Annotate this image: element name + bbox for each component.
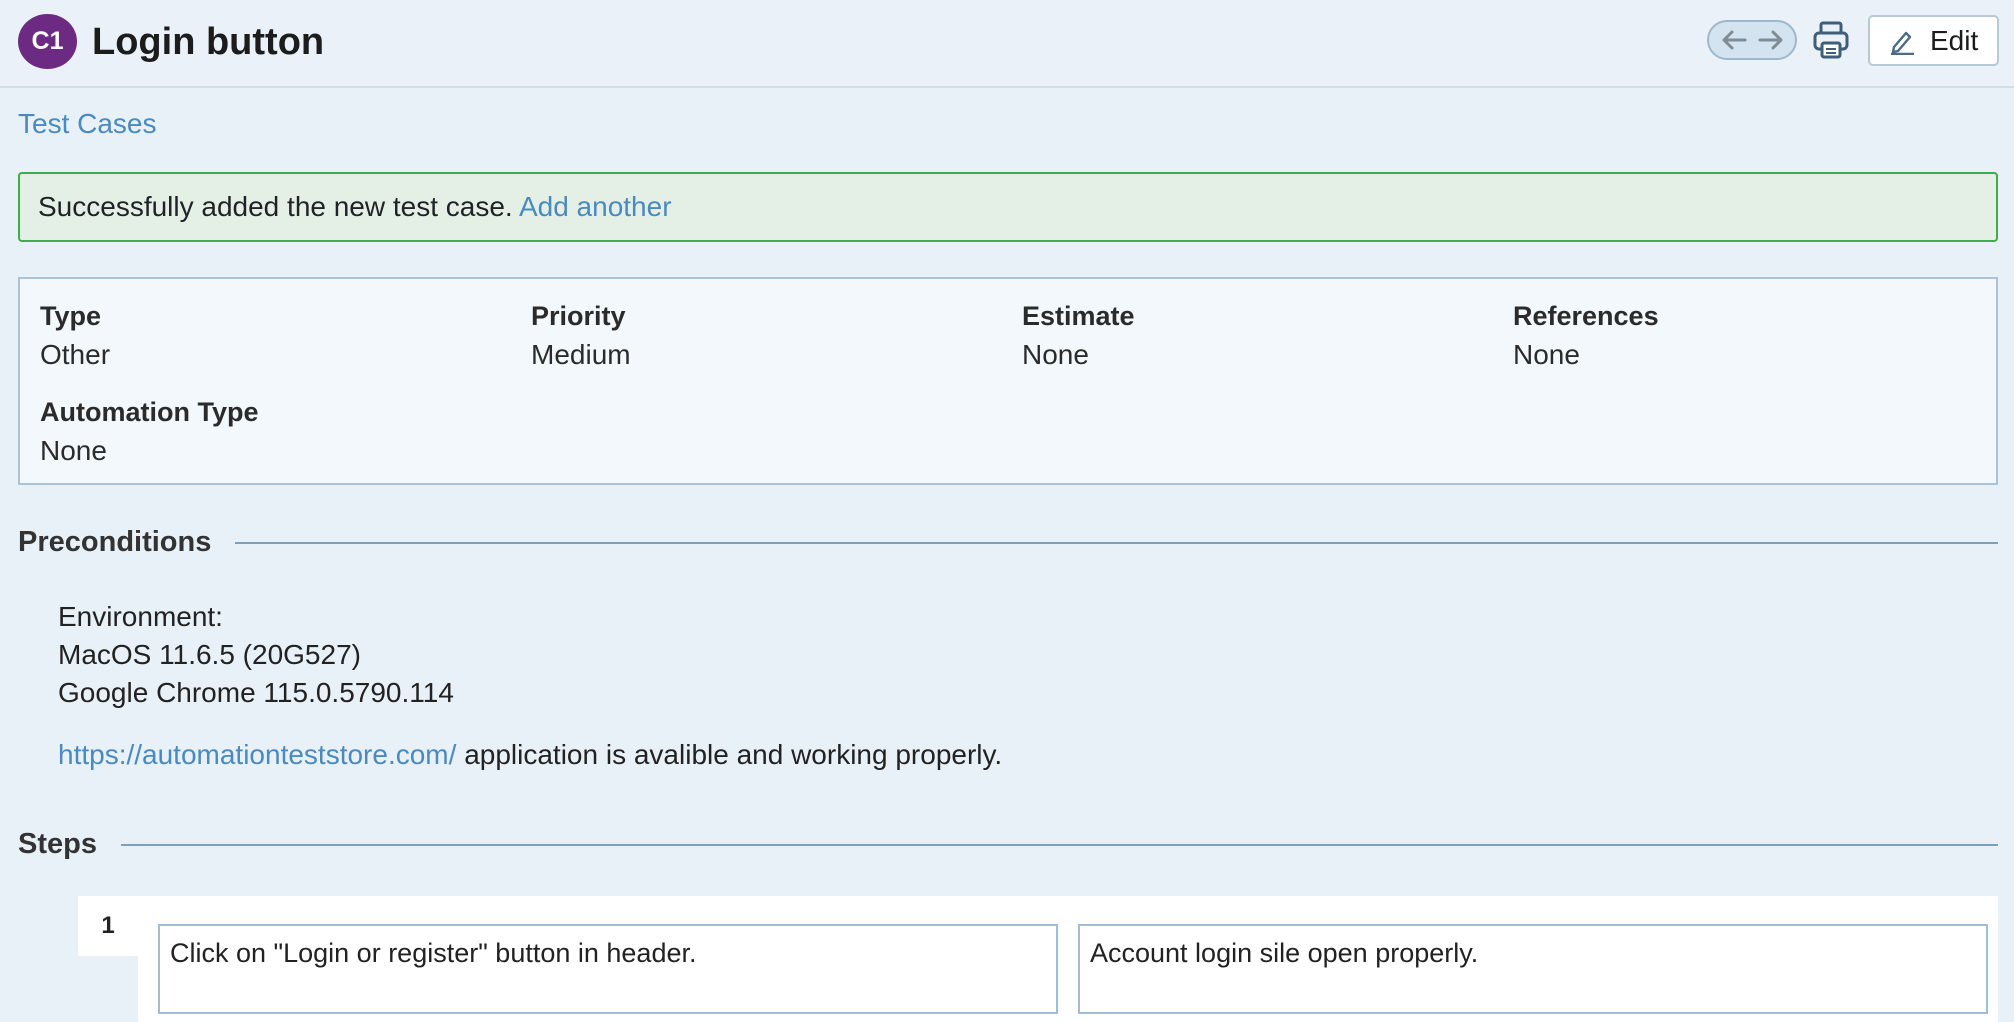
step-rail: [78, 956, 138, 1022]
field-automation-type: Automation Type None: [40, 395, 259, 469]
case-id-badge: C1: [18, 14, 77, 69]
application-url-link[interactable]: https://automationteststore.com/: [58, 739, 456, 770]
section-divider: [120, 843, 1998, 846]
steps-heading-label: Steps: [18, 828, 97, 860]
preconditions-content: Environment: MacOS 11.6.5 (20G527) Googl…: [58, 598, 1002, 774]
breadcrumb-test-cases[interactable]: Test Cases: [18, 108, 157, 140]
precondition-line: Google Chrome 115.0.5790.114: [58, 677, 454, 708]
add-another-link[interactable]: Add another: [519, 191, 672, 222]
field-estimate-value: None: [1022, 339, 1089, 370]
printer-icon[interactable]: [1812, 20, 1850, 60]
case-properties-panel: Type Other Priority Medium Estimate None…: [18, 277, 1998, 485]
field-priority: Priority Medium: [531, 299, 631, 373]
field-estimate: Estimate None: [1022, 299, 1135, 373]
field-priority-label: Priority: [531, 301, 626, 331]
edit-button[interactable]: Edit: [1868, 15, 1999, 66]
field-references-value: None: [1513, 339, 1580, 370]
field-references: References None: [1513, 299, 1659, 373]
edit-button-label: Edit: [1930, 24, 1979, 56]
field-automation-type-label: Automation Type: [40, 397, 259, 427]
field-automation-type-value: None: [40, 435, 107, 466]
field-type-label: Type: [40, 301, 102, 331]
precondition-line: Environment:: [58, 601, 223, 632]
preconditions-heading-label: Preconditions: [18, 526, 212, 558]
precondition-url-line: https://automationteststore.com/ applica…: [58, 736, 1002, 774]
step-number: 1: [101, 912, 115, 939]
step-content-field[interactable]: Click on "Login or register" button in h…: [158, 924, 1058, 1014]
success-alert: Successfully added the new test case. Ad…: [18, 172, 1998, 242]
page-title: Login button: [92, 21, 325, 63]
field-type-value: Other: [40, 339, 111, 370]
field-references-label: References: [1513, 301, 1659, 331]
field-priority-value: Medium: [531, 339, 631, 370]
precondition-line: MacOS 11.6.5 (20G527): [58, 639, 361, 670]
alert-message: Successfully added the new test case.: [38, 191, 513, 222]
prev-next-nav: [1707, 20, 1797, 60]
section-divider: [235, 541, 1998, 544]
step-row: 1 Click on "Login or register" button in…: [78, 896, 1998, 1022]
preconditions-heading: Preconditions: [18, 526, 1998, 559]
precondition-url-tail: application is avalible and working prop…: [456, 739, 1003, 770]
field-estimate-label: Estimate: [1022, 301, 1135, 331]
steps-heading: Steps: [18, 828, 1998, 861]
step-expected-field[interactable]: Account login sile open properly.: [1078, 924, 1988, 1014]
page-header: C1 Login button Edit: [0, 0, 2014, 88]
arrow-left-icon[interactable]: [1717, 25, 1751, 55]
pencil-icon: [1888, 27, 1916, 55]
arrow-right-icon[interactable]: [1754, 25, 1788, 55]
field-type: Type Other: [40, 299, 110, 373]
